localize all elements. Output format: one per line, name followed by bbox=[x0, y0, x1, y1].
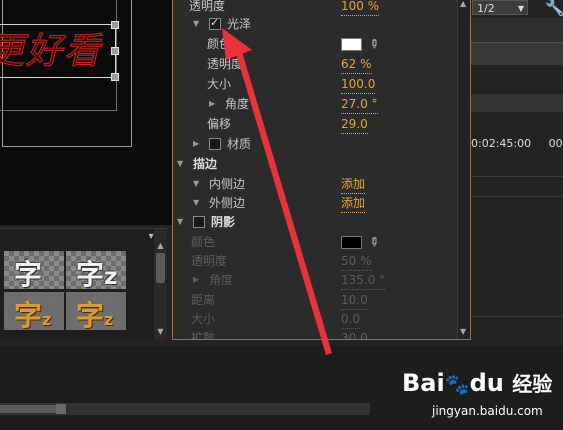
baidu-logo: Bai🐾du 经验 bbox=[402, 369, 553, 397]
divider bbox=[471, 176, 563, 177]
timecode-label: 00 bbox=[548, 137, 563, 150]
add-inner-stroke-link[interactable]: 添加 bbox=[341, 175, 366, 194]
prop-label: 偏移 bbox=[207, 117, 232, 131]
texture-checkbox[interactable] bbox=[209, 138, 221, 150]
section-label: 描边 bbox=[193, 157, 218, 171]
watermark-url: jingyan.baidu.com bbox=[432, 404, 543, 418]
prop-value[interactable]: 27.0 ° bbox=[341, 95, 378, 114]
sheen-checkbox[interactable] bbox=[209, 14, 221, 32]
prop-label: 透明度 bbox=[189, 0, 226, 13]
expand-triangle-icon[interactable]: ▶ bbox=[193, 135, 199, 153]
prop-label: 透明度 bbox=[207, 57, 244, 71]
prop-label: 材质 bbox=[227, 137, 252, 151]
expand-triangle-icon[interactable]: ▼ bbox=[193, 194, 199, 212]
expand-triangle-icon[interactable]: ▶ bbox=[209, 95, 215, 113]
eyedropper-icon[interactable]: ✎ bbox=[364, 34, 384, 54]
resolution-value: 1/2 bbox=[477, 2, 495, 15]
prop-value[interactable]: 62 % bbox=[341, 55, 372, 74]
style-thumb-char: 字 bbox=[14, 258, 43, 289]
style-thumb-char: 字z bbox=[76, 258, 118, 289]
divider bbox=[471, 196, 563, 197]
style-thumb-char: 字z bbox=[76, 299, 114, 330]
prop-label: 角度 bbox=[209, 273, 234, 287]
prop-label: 距离 bbox=[191, 293, 216, 307]
prop-label: 透明度 bbox=[191, 254, 228, 268]
title-properties-panel: 透明度 100 % ▼ 光泽 颜色 ✎ 透明度 62 % 大小 100.0 ▶ … bbox=[172, 0, 471, 340]
chevron-down-icon: ▼ bbox=[517, 4, 524, 13]
style-thumb[interactable]: 字z bbox=[4, 292, 64, 330]
scroll-thumb[interactable] bbox=[156, 253, 165, 283]
prop-value: 50 % bbox=[341, 252, 372, 271]
prop-value: 0.0 bbox=[341, 310, 361, 329]
scroll-up-icon[interactable]: ▲ bbox=[460, 0, 466, 8]
resize-handle[interactable] bbox=[111, 73, 119, 81]
expand-triangle-icon[interactable]: ▼ bbox=[177, 213, 183, 231]
prop-value[interactable]: 29.0 bbox=[341, 115, 368, 134]
resolution-select[interactable]: 1/2 ▼ bbox=[472, 0, 528, 15]
shadow-color-swatch[interactable] bbox=[341, 236, 362, 249]
prop-value: 30.0 bbox=[341, 329, 368, 339]
prop-label: 颜色 bbox=[191, 235, 216, 249]
panel-strip bbox=[471, 42, 563, 65]
eyedropper-icon[interactable]: ✎ bbox=[364, 232, 384, 252]
prop-value: 135.0 ° bbox=[341, 271, 386, 290]
shadow-checkbox[interactable] bbox=[193, 216, 205, 228]
horizontal-scrollbar[interactable] bbox=[0, 403, 370, 415]
panel-strip bbox=[471, 18, 563, 42]
scroll-grip[interactable] bbox=[56, 404, 66, 414]
prop-label: 角度 bbox=[225, 97, 250, 111]
resize-handle[interactable] bbox=[111, 47, 119, 55]
style-thumb[interactable]: 字z bbox=[66, 251, 126, 289]
prop-value[interactable]: 100.0 bbox=[341, 75, 376, 94]
expand-triangle-icon[interactable]: ▼ bbox=[193, 175, 199, 193]
timeline-ruler[interactable]: 0:02:45:00 00 bbox=[471, 137, 563, 150]
prop-label: 大小 bbox=[191, 312, 216, 326]
scroll-down-icon[interactable]: ▼ bbox=[460, 327, 466, 336]
add-outer-stroke-link[interactable]: 添加 bbox=[341, 194, 366, 213]
prop-label: 大小 bbox=[207, 77, 232, 91]
styles-scrollbar[interactable]: ▲ ▼ bbox=[154, 229, 167, 339]
right-panel: 1/2 ▼ 🔧 0:02:45:00 00 bbox=[471, 0, 563, 345]
prop-value: 10.0 bbox=[341, 291, 368, 310]
title-styles-panel: ▾≡ 字 字z 字z 字z ▲ ▼ bbox=[0, 228, 168, 339]
style-thumb[interactable]: 字z bbox=[66, 292, 126, 330]
prop-label: 光泽 bbox=[227, 17, 252, 31]
prop-label: 内侧边 bbox=[209, 177, 246, 191]
scroll-down-icon[interactable]: ▼ bbox=[154, 327, 167, 337]
scroll-thumb[interactable] bbox=[0, 405, 56, 413]
title-preview[interactable]: 更好看 bbox=[0, 0, 172, 225]
sheen-color-swatch[interactable] bbox=[341, 38, 362, 51]
expand-triangle-icon: ▶ bbox=[193, 275, 200, 284]
scroll-up-icon[interactable]: ▲ bbox=[154, 241, 167, 251]
divider bbox=[471, 316, 563, 317]
prop-label: 扩散 bbox=[191, 331, 216, 340]
timecode-label: 0:02:45:00 bbox=[471, 137, 532, 150]
expand-triangle-icon[interactable]: ▼ bbox=[193, 15, 199, 33]
text-bounding-box[interactable] bbox=[0, 21, 119, 81]
prop-label: 颜色 bbox=[207, 37, 232, 51]
wrench-icon[interactable]: 🔧 bbox=[545, 0, 563, 17]
style-thumb-char: 字z bbox=[14, 299, 52, 330]
prop-value[interactable]: 100 % bbox=[341, 0, 380, 16]
resize-handle[interactable] bbox=[111, 21, 119, 29]
expand-triangle-icon[interactable]: ▼ bbox=[177, 155, 183, 173]
properties-scrollbar[interactable]: ▲ ▼ bbox=[457, 0, 470, 339]
style-thumb[interactable]: 字 bbox=[4, 251, 64, 289]
panel-tabbar bbox=[471, 94, 563, 112]
prop-label: 外侧边 bbox=[209, 196, 246, 210]
section-label: 阴影 bbox=[211, 215, 236, 229]
baidu-jingyan-watermark: Bai🐾du 经验 jingyan.baidu.com bbox=[402, 368, 562, 428]
